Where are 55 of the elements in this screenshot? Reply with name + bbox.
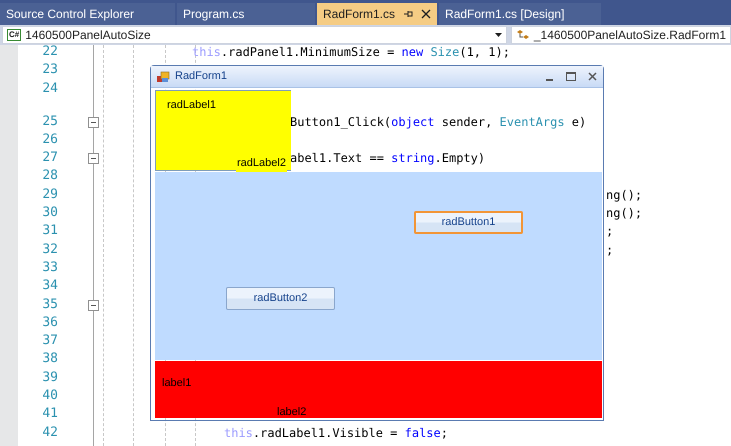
- type-dropdown[interactable]: _1460500PanelAutoSize.RadForm1: [510, 26, 731, 44]
- collapse-icon[interactable]: [88, 300, 99, 311]
- line-number: 42: [41, 424, 58, 442]
- line-number: 35: [41, 296, 58, 314]
- collapse-icon[interactable]: [88, 116, 99, 128]
- line-number: 29: [41, 186, 58, 204]
- language-badge: C#: [7, 29, 22, 41]
- label: label1: [162, 376, 192, 390]
- form-title: RadForm1: [175, 69, 227, 84]
- line-number: 39: [41, 368, 58, 387]
- document-tab[interactable]: RadForm1.cs [Design]: [439, 3, 602, 25]
- close-icon[interactable]: [421, 9, 432, 19]
- line-number: 22: [41, 45, 58, 61]
- form-icon: [157, 70, 170, 82]
- line-number: 38: [41, 350, 58, 368]
- line-number: 31: [41, 222, 58, 240]
- project-dropdown[interactable]: C# 1460500PanelAutoSize: [2, 26, 507, 44]
- line-number: 26: [41, 130, 58, 149]
- project-name: 1460500PanelAutoSize: [25, 27, 152, 44]
- code-line: ;: [606, 223, 614, 240]
- caret-icon[interactable]: [494, 33, 502, 37]
- line-number: 25: [41, 112, 58, 131]
- line-number: 41: [41, 405, 58, 424]
- label: radLabel1: [167, 98, 216, 113]
- line-number: 37: [41, 332, 58, 350]
- form-button[interactable]: radButton1: [414, 211, 523, 234]
- code-line: this.radPanel1.MinimumSize = new Size(1, 1);: [192, 45, 510, 61]
- maximize-icon[interactable]: [566, 72, 576, 81]
- line-number: 33: [41, 258, 58, 277]
- collapse-icon[interactable]: [88, 153, 99, 164]
- line-number: 28: [41, 167, 58, 186]
- line-number: 40: [41, 387, 58, 406]
- line-number: 24: [41, 80, 58, 98]
- line-number: 36: [41, 314, 58, 332]
- code-line: ;: [606, 242, 614, 259]
- label: label2: [277, 404, 306, 420]
- document-tab[interactable]: Program.cs: [177, 3, 315, 25]
- type-name: _1460500PanelAutoSize.RadForm1: [534, 27, 726, 44]
- code-line: Button1_Click(object sender, EventArgs e): [290, 114, 586, 131]
- pin-icon[interactable]: [403, 9, 414, 19]
- code-line: abel1.Text == string.Empty): [290, 150, 486, 168]
- line-number: 27: [41, 149, 58, 168]
- line-number: 34: [41, 277, 58, 296]
- code-line: ng();: [606, 205, 642, 222]
- close-icon[interactable]: [588, 72, 597, 81]
- class-icon: [516, 29, 530, 41]
- code-line: this.radLabel1.Visible = false;: [224, 424, 448, 442]
- document-tab[interactable]: RadForm1.cs: [317, 3, 438, 25]
- form-button[interactable]: radButton2: [226, 287, 335, 310]
- code-line: ng();: [606, 186, 642, 204]
- line-number: 23: [41, 61, 58, 80]
- line-number: 32: [41, 240, 58, 259]
- document-tab[interactable]: Source Control Explorer: [0, 3, 175, 25]
- line-number: 30: [41, 204, 58, 222]
- label: radLabel2: [236, 155, 287, 172]
